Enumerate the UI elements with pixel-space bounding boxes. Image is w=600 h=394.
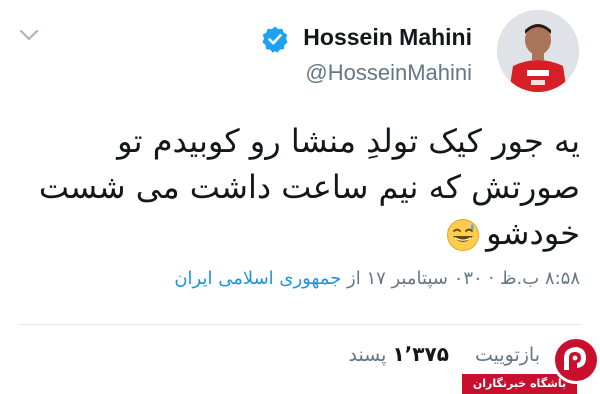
avatar-image [497,10,579,92]
tweet-text: یه جور کیک تولدِ منشا رو کوبیدم تو صورتش… [38,118,580,256]
tweet-text-line-last: خودشو [45,210,580,256]
tweet-text-line: خودشو [486,214,580,252]
divider [18,324,582,325]
likes-label[interactable]: پسند [348,344,386,366]
user-handle[interactable]: @HosseinMahini [305,60,472,86]
tweet-text-line: یه جور کیک تولدِ منشا رو کوبیدم تو [117,122,580,160]
likes-count[interactable]: ۱٬۳۷۵ [392,342,448,366]
tweet-card: Hossein Mahini @HosseinMahini یه جور کیک… [0,0,600,394]
tweet-text-line: صورتش که نیم ساعت داشت می شست [38,168,580,206]
watermark-logo-icon [552,336,600,384]
watermark: باشگاه خبرنگاران [462,336,600,394]
tweet-meta: ۸:۵۸ ب.ظ · ۰۳۰ سپتامبر ۱۷ از جمهوری اسلا… [174,268,580,289]
timestamp[interactable]: ۸:۵۸ ب.ظ · ۰۳۰ سپتامبر ۱۷ از [347,268,580,289]
chevron-down-icon[interactable] [18,26,40,44]
display-name[interactable]: Hossein Mahini [303,24,472,51]
avatar[interactable] [497,10,579,92]
verified-badge-icon [262,26,288,53]
grinning-sweat-emoji-icon [447,219,480,251]
location-link[interactable]: جمهوری اسلامی ایران [174,268,341,289]
